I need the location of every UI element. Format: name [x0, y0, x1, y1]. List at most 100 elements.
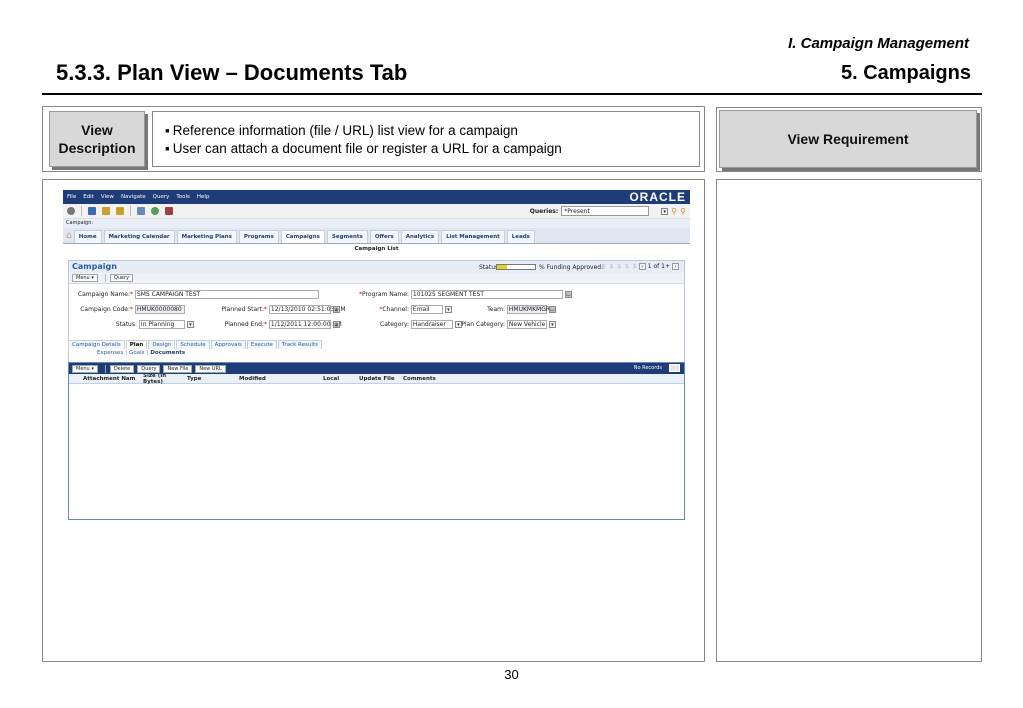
tab-home[interactable]: Home [73, 230, 102, 243]
view-subtabs: Campaign Details Plan Design Schedule Ap… [68, 340, 323, 349]
app-menubar: File Edit View Navigate Query Tools Help… [63, 190, 690, 204]
category-label: Category: [380, 321, 409, 328]
subtab-execute[interactable]: Execute [246, 340, 277, 349]
list-query-button[interactable]: Query [137, 364, 161, 373]
calendar-icon[interactable]: ▦ [332, 306, 340, 313]
subtab-schedule[interactable]: Schedule [176, 340, 210, 349]
column-modified[interactable]: Modified [239, 376, 323, 382]
team-label: Team: [487, 306, 505, 313]
campaign-name-label: Campaign Name:* [77, 291, 133, 298]
queries-dropdown-icon[interactable]: ▾ [661, 207, 669, 215]
tab-marketing-plans[interactable]: Marketing Plans [176, 230, 237, 243]
subtab-plan[interactable]: Plan [125, 340, 148, 349]
campaign-name-input[interactable]: SMS CAMPAIGN TEST [134, 290, 319, 299]
new-file-button[interactable]: New File [163, 364, 193, 373]
search-options-icon[interactable]: ⚲ [680, 207, 686, 216]
column-type[interactable]: Type [187, 376, 239, 382]
list-layout-icon[interactable] [669, 364, 680, 372]
view-requirement-label: View Requirement [719, 110, 977, 168]
tab-offers[interactable]: Offers [369, 230, 399, 243]
menu-navigate[interactable]: Navigate [121, 194, 146, 200]
subtab-design[interactable]: Design [148, 340, 176, 349]
campaign-list-link[interactable]: Campaign List [63, 244, 690, 254]
channel-dropdown-icon[interactable]: ▾ [444, 306, 452, 313]
plan-subview-links: Expenses | Goals | Documents [97, 350, 186, 356]
record-count: 1 of 1+ [647, 263, 670, 270]
plan-category-select[interactable]: New Vehicle [506, 320, 547, 329]
channel-field-group: *Channel: Email ▾ [359, 305, 452, 314]
program-name-picker-icon[interactable]: ▤ [564, 291, 572, 298]
column-update-file[interactable]: Update File [359, 376, 403, 382]
column-attachment-name[interactable]: Attachment Nam [69, 376, 139, 382]
link-goals[interactable]: Goals [129, 350, 144, 356]
subtab-track-results[interactable]: Track Results [277, 340, 322, 349]
status-progress-fill [497, 265, 507, 269]
planned-end-input[interactable]: 1/12/2011 12:00:00 AM [268, 320, 342, 329]
menu-tools[interactable]: Tools [176, 194, 190, 200]
chapter-label: 5. Campaigns [840, 62, 971, 84]
team-picker-icon[interactable]: ▤ [548, 306, 556, 313]
record-navigation: ‹ 1 of 1+ › [637, 263, 681, 270]
next-record-button[interactable]: › [672, 263, 679, 270]
screen-tabs: ⌂ Home Marketing Calendar Marketing Plan… [63, 228, 690, 244]
status-select[interactable]: In Planning [138, 320, 185, 329]
tab-analytics[interactable]: Analytics [400, 230, 440, 243]
link-expenses[interactable]: Expenses [97, 350, 123, 356]
calendar-icon[interactable]: ▦ [332, 321, 340, 328]
notepad-icon[interactable] [102, 207, 110, 215]
menu-view[interactable]: View [101, 194, 114, 200]
program-name-input[interactable]: 101025 SEGMENT TEST [410, 290, 563, 299]
notes-icon[interactable] [116, 207, 124, 215]
planned-start-label: Planned Start:* [221, 306, 267, 313]
new-url-button[interactable]: New URL [195, 364, 226, 373]
documents-list-toolbar: Menu ▾ Delete Query New File New URL No … [69, 363, 684, 374]
column-comments[interactable]: Comments [403, 376, 463, 382]
applet-menu-button[interactable]: Menu ▾ [72, 274, 98, 282]
column-local[interactable]: Local [323, 376, 359, 382]
previous-record-button[interactable]: ‹ [638, 263, 646, 270]
tab-list-management[interactable]: List Management [441, 230, 505, 243]
view-description-text: Reference information (file / URL) list … [152, 111, 700, 167]
tab-marketing-calendar[interactable]: Marketing Calendar [103, 230, 175, 243]
clock-icon[interactable] [151, 207, 159, 215]
binoculars-icon[interactable] [88, 207, 96, 215]
list-menu-button[interactable]: Menu ▾ [72, 364, 98, 373]
app-toolbar: Queries: *Present ▾ ⚲ ⚲ [63, 204, 690, 219]
view-description-label-line1: View [81, 122, 113, 138]
planned-start-input[interactable]: 12/13/2010 02:51:03 AM [268, 305, 346, 314]
report-icon[interactable] [165, 207, 173, 215]
tab-programs[interactable]: Programs [238, 230, 279, 243]
status-field-group: Status: In Planning ▾ [75, 320, 194, 329]
applet-button-row: Menu ▾ Query [69, 273, 684, 284]
print-icon[interactable] [67, 207, 75, 215]
search-icon[interactable]: ⚲ [671, 207, 677, 216]
channel-select[interactable]: Email [410, 305, 443, 314]
subtab-approvals[interactable]: Approvals [210, 340, 246, 349]
menu-edit[interactable]: Edit [83, 194, 94, 200]
menu-file[interactable]: File [67, 194, 76, 200]
screen-icon[interactable] [137, 207, 145, 215]
button-separator [104, 364, 106, 373]
campaign-form: Campaign Name:* SMS CAMPAIGN TEST *Progr… [69, 284, 684, 346]
home-icon[interactable]: ⌂ [66, 230, 72, 243]
status-dropdown-icon[interactable]: ▾ [186, 321, 194, 328]
column-size[interactable]: Size (In Bytes) [139, 373, 187, 385]
team-input[interactable]: HMUKMKMGR1 [506, 305, 554, 314]
program-name-label: *Program Name: [359, 291, 409, 298]
queries-select[interactable]: *Present [561, 206, 650, 216]
subtab-campaign-details[interactable]: Campaign Details [68, 340, 125, 349]
funding-approved-label: % Funding Approved: [539, 264, 604, 271]
category-select[interactable]: Handraiser [410, 320, 453, 329]
tab-leads[interactable]: Leads [506, 230, 535, 243]
delete-button[interactable]: Delete [109, 364, 135, 373]
campaign-code-input[interactable]: HMUK0000080 [134, 305, 185, 314]
tab-campaigns[interactable]: Campaigns [280, 230, 325, 243]
tab-segments[interactable]: Segments [326, 230, 368, 243]
page-number: 30 [504, 667, 519, 682]
menu-query[interactable]: Query [153, 194, 170, 200]
applet-query-button[interactable]: Query [109, 274, 134, 282]
siebel-app-screenshot: File Edit View Navigate Query Tools Help… [63, 190, 690, 522]
plan-category-dropdown-icon[interactable]: ▾ [548, 321, 556, 328]
link-documents[interactable]: Documents [150, 350, 185, 356]
menu-help[interactable]: Help [197, 194, 210, 200]
